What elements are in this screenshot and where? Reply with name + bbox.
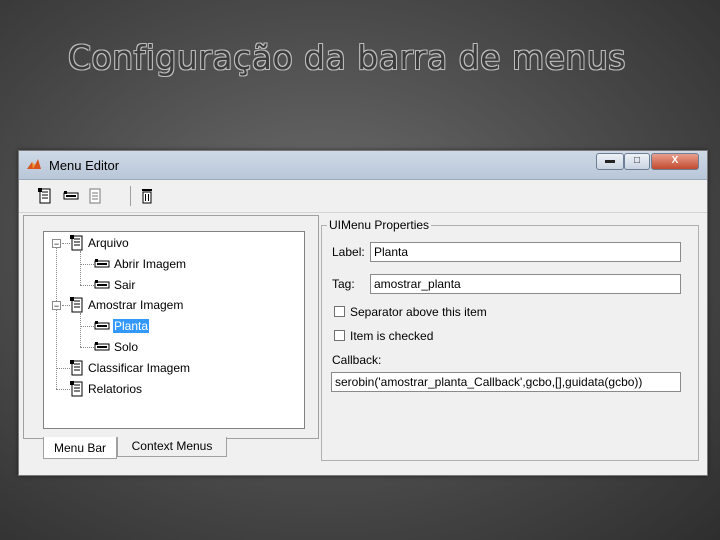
item-checked-label: Item is checked [350,329,434,343]
menu-icon [70,297,84,313]
tag-caption: Tag: [332,277,355,291]
tab-context-menus[interactable]: Context Menus [117,437,227,457]
matlab-icon [27,159,41,169]
tree-node-label: Classificar Imagem [88,360,191,375]
tree-node[interactable]: Arquivo [70,234,130,252]
item-checked-checkbox[interactable] [334,330,345,341]
tree-connector [80,284,94,287]
tree-node[interactable]: Amostrar Imagem [70,296,184,314]
tree-node[interactable]: Classificar Imagem [70,359,191,377]
label-field[interactable]: Planta [370,242,681,262]
menu-tree[interactable]: Arquivo − Abrir Imagem Sair Amostrar Imagem −… [43,231,305,429]
menu-icon [70,380,84,397]
maximize-button[interactable]: □ [624,153,650,170]
collapse-toggle-icon[interactable]: − [52,239,61,249]
tree-connector [80,326,94,328]
tree-node[interactable]: Planta [94,317,150,335]
tree-connector [56,367,70,370]
separator-checkbox[interactable] [334,306,345,317]
callback-caption: Callback: [332,353,382,367]
toolbar [19,180,707,213]
menu-item-icon [94,279,110,291]
close-button[interactable]: X [651,153,699,170]
menu-item-icon [94,341,110,353]
tree-node[interactable]: Solo [94,338,139,356]
tree-node-label: Arquivo [88,236,129,250]
tree-connector [62,243,70,245]
tree-node-label: Planta [113,319,150,334]
window-title: Menu Editor [49,158,120,173]
collapse-toggle-icon[interactable]: − [52,301,61,311]
tree-node-label: Abrir Imagem [114,256,187,271]
slide-title: Configuração da barra de menus [68,38,626,77]
separator-label: Separator above this item [350,305,487,319]
delete-icon[interactable] [139,188,155,204]
tree-connector [56,388,70,391]
tree-connector [80,251,82,285]
tree-connector [56,243,58,389]
tag-field[interactable]: amostrar_planta [370,274,681,294]
minimize-button[interactable]: ▬ [596,153,624,170]
tree-node[interactable]: Relatorios [70,380,143,398]
tree-node-label: Sair [114,277,136,292]
menu-icon [70,235,84,251]
new-context-menu-icon[interactable] [87,188,103,204]
menu-icon [70,359,84,376]
menu-editor-window: Menu Editor ▬ □ X Arquivo − Abrir Imagem… [18,150,708,476]
new-menu-icon[interactable] [37,188,53,204]
toolbar-separator [130,186,131,206]
tree-connector [80,347,94,349]
tree-node-label: Solo [114,340,139,354]
tree-node-label: Relatorios [88,381,143,396]
menu-item-icon [94,258,110,270]
title-bar: Menu Editor ▬ □ X [19,151,707,180]
tree-node-label: Amostrar Imagem [88,298,184,313]
tree-node[interactable]: Abrir Imagem [94,255,187,273]
menu-item-icon [94,320,110,332]
new-menu-item-icon[interactable] [63,188,79,204]
callback-field[interactable]: serobin('amostrar_planta_Callback',gcbo,… [331,372,681,392]
label-caption: Label: [332,245,365,259]
tab-menu-bar[interactable]: Menu Bar [43,437,117,459]
tree-connector [80,313,82,347]
tree-node[interactable]: Sair [94,276,136,294]
properties-legend: UIMenu Properties [327,218,432,232]
tree-connector [80,263,94,266]
tree-connector [62,305,70,307]
